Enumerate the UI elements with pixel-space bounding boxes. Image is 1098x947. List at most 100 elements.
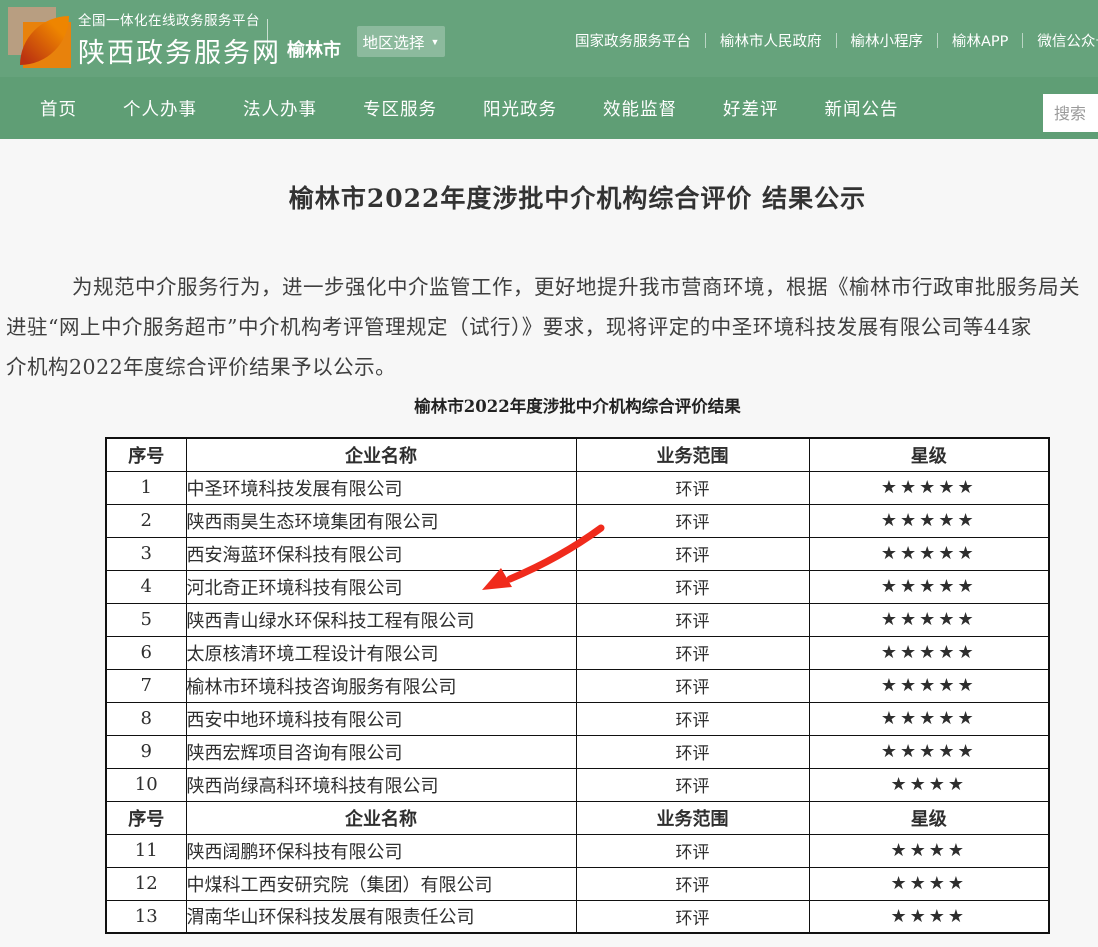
cell-no: 12 — [106, 867, 186, 900]
table-row: 4河北奇正环境科技有限公司环评★★★★★ — [106, 570, 1049, 603]
cell-scope: 环评 — [576, 768, 809, 801]
nav-item-zone-services[interactable]: 专区服务 — [363, 96, 437, 121]
nav-item-legal-person[interactable]: 法人办事 — [243, 96, 317, 121]
paragraph-line: 为规范中介服务行为，进一步强化中介监管工作，更好地提升我市营商环境，根据《榆林市… — [0, 267, 1098, 307]
cell-name: 榆林市环境科技咨询服务有限公司 — [186, 669, 576, 702]
link-separator — [836, 33, 837, 48]
region-select-label: 地区选择 — [363, 31, 425, 53]
star-rating: ★★★★★ — [809, 537, 1049, 570]
cell-scope: 环评 — [576, 603, 809, 636]
nav-item-efficiency[interactable]: 效能监督 — [603, 96, 677, 121]
table-row: 7榆林市环境科技咨询服务有限公司环评★★★★★ — [106, 669, 1049, 702]
table-row: 6太原核清环境工程设计有限公司环评★★★★★ — [106, 636, 1049, 669]
star-rating: ★★★★★ — [809, 735, 1049, 768]
nav-item-personal[interactable]: 个人办事 — [123, 96, 197, 121]
cell-no: 2 — [106, 504, 186, 537]
cell-no: 4 — [106, 570, 186, 603]
cell-name: 陕西青山绿水环保科技工程有限公司 — [186, 603, 576, 636]
cell-name: 西安中地环境科技有限公司 — [186, 702, 576, 735]
evaluation-results-table: 序号企业名称业务范围星级1中圣环境科技发展有限公司环评★★★★★2陕西雨昊生态环… — [105, 437, 1050, 934]
column-header: 星级 — [809, 801, 1049, 834]
site-brand: 全国一体化在线政务服务平台 陕西政务服务网 — [78, 9, 281, 70]
cell-no: 10 — [106, 768, 186, 801]
column-header: 业务范围 — [576, 801, 809, 834]
link-separator — [937, 33, 938, 48]
column-header: 星级 — [809, 438, 1049, 471]
cell-scope: 环评 — [576, 834, 809, 867]
cell-scope: 环评 — [576, 570, 809, 603]
cell-name: 陕西阔鹏环保科技有限公司 — [186, 834, 576, 867]
star-rating: ★★★★★ — [809, 570, 1049, 603]
table-header-row: 序号企业名称业务范围星级 — [106, 801, 1049, 834]
paragraph-line: 进驻“网上中介服务超市”中介机构考评管理规定（试行）》要求，现将评定的中圣环境科… — [0, 307, 1098, 347]
cell-scope: 环评 — [576, 735, 809, 768]
link-separator — [1022, 33, 1023, 48]
link-wechat[interactable]: 微信公众号 — [1037, 30, 1098, 51]
cell-no: 11 — [106, 834, 186, 867]
main-navigation-bar: 首页 个人办事 法人办事 专区服务 阳光政务 效能监督 好差评 新闻公告 — [0, 77, 1098, 139]
link-national-platform[interactable]: 国家政务服务平台 — [575, 30, 691, 51]
star-rating: ★★★★★ — [809, 504, 1049, 537]
cell-name: 陕西雨昊生态环境集团有限公司 — [186, 504, 576, 537]
star-rating: ★★★★★ — [809, 636, 1049, 669]
cell-scope: 环评 — [576, 867, 809, 900]
cell-no: 8 — [106, 702, 186, 735]
column-header: 业务范围 — [576, 438, 809, 471]
column-header: 序号 — [106, 438, 186, 471]
table-row: 13渭南华山环保科技发展有限责任公司环评★★★★ — [106, 900, 1049, 933]
cell-name: 陕西尚绿高科环境科技有限公司 — [186, 768, 576, 801]
table-caption: 榆林市2022年度涉批中介机构综合评价结果 — [0, 397, 1098, 417]
star-rating: ★★★★★ — [809, 603, 1049, 636]
cell-name: 陕西宏辉项目咨询有限公司 — [186, 735, 576, 768]
star-rating: ★★★★ — [809, 768, 1049, 801]
cell-name: 西安海蓝环保科技有限公司 — [186, 537, 576, 570]
cell-scope: 环评 — [576, 504, 809, 537]
site-title: 陕西政务服务网 — [78, 31, 281, 70]
table-row: 8西安中地环境科技有限公司环评★★★★★ — [106, 702, 1049, 735]
table-header-row: 序号企业名称业务范围星级 — [106, 438, 1049, 471]
cell-scope: 环评 — [576, 702, 809, 735]
star-rating: ★★★★ — [809, 900, 1049, 933]
search-box — [1043, 94, 1098, 132]
table-row: 3西安海蓝环保科技有限公司环评★★★★★ — [106, 537, 1049, 570]
link-separator — [705, 33, 706, 48]
cell-no: 7 — [106, 669, 186, 702]
cell-name: 中煤科工西安研究院（集团）有限公司 — [186, 867, 576, 900]
link-app[interactable]: 榆林APP — [952, 30, 1008, 51]
table-row: 9陕西宏辉项目咨询有限公司环评★★★★★ — [106, 735, 1049, 768]
current-city-label: 榆林市 — [287, 36, 341, 62]
top-header-bar: 全国一体化在线政务服务平台 陕西政务服务网 榆林市 地区选择 ▼ 国家政务服务平… — [0, 0, 1098, 77]
search-input[interactable] — [1043, 94, 1098, 132]
cell-scope: 环评 — [576, 900, 809, 933]
link-mini-program[interactable]: 榆林小程序 — [851, 30, 924, 51]
site-logo — [8, 5, 74, 73]
star-rating: ★★★★★ — [809, 702, 1049, 735]
cell-name: 渭南华山环保科技发展有限责任公司 — [186, 900, 576, 933]
star-rating: ★★★★ — [809, 867, 1049, 900]
cell-scope: 环评 — [576, 669, 809, 702]
nav-item-home[interactable]: 首页 — [40, 96, 77, 121]
chevron-down-icon: ▼ — [431, 37, 440, 47]
region-select-button[interactable]: 地区选择 ▼ — [357, 26, 445, 57]
nav-menu: 首页 个人办事 法人办事 专区服务 阳光政务 效能监督 好差评 新闻公告 — [0, 77, 1098, 139]
page-title: 榆林市2022年度涉批中介机构综合评价 结果公示 — [0, 179, 1098, 215]
cell-scope: 环评 — [576, 471, 809, 504]
nav-item-news[interactable]: 新闻公告 — [825, 96, 899, 121]
cell-name: 太原核清环境工程设计有限公司 — [186, 636, 576, 669]
nav-item-open-gov[interactable]: 阳光政务 — [483, 96, 557, 121]
top-links-row: 国家政务服务平台 榆林市人民政府 榆林小程序 榆林APP 微信公众号 注册 — [575, 30, 1098, 51]
table-row: 12中煤科工西安研究院（集团）有限公司环评★★★★ — [106, 867, 1049, 900]
link-city-government[interactable]: 榆林市人民政府 — [720, 30, 822, 51]
paragraph-line: 介机构2022年度综合评价结果予以公示。 — [0, 347, 1098, 387]
nav-item-rating[interactable]: 好差评 — [723, 96, 779, 121]
star-rating: ★★★★★ — [809, 471, 1049, 504]
table-row: 11陕西阔鹏环保科技有限公司环评★★★★ — [106, 834, 1049, 867]
column-header: 序号 — [106, 801, 186, 834]
cell-no: 1 — [106, 471, 186, 504]
cell-name: 中圣环境科技发展有限公司 — [186, 471, 576, 504]
column-header: 企业名称 — [186, 438, 576, 471]
star-rating: ★★★★★ — [809, 669, 1049, 702]
announcement-page: 榆林市2022年度涉批中介机构综合评价 结果公示 为规范中介服务行为，进一步强化… — [0, 139, 1098, 934]
platform-subtitle: 全国一体化在线政务服务平台 — [78, 9, 281, 29]
column-header: 企业名称 — [186, 801, 576, 834]
